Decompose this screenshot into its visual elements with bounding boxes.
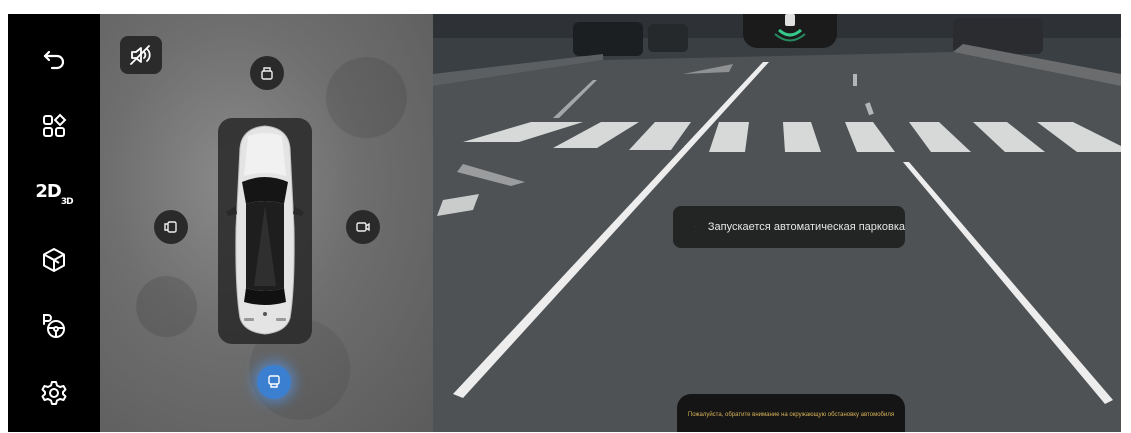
back-arrow-icon [43,50,65,70]
notice-bar: Пожалуйста, обратите внимание на окружаю… [677,394,905,432]
settings-gear-icon [41,381,67,405]
view-2d-3d-icon: 2D3D [35,181,74,207]
car-top-view-icon [226,125,304,335]
parking-steering-icon [43,314,65,338]
front-camera-button[interactable] [250,56,284,90]
car-sensor-icon [774,14,806,42]
sound-off-icon [130,45,151,65]
mute-button[interactable] [120,36,162,74]
car-position-pad [218,118,312,344]
label-3d: 3D [60,196,74,207]
parking-display: 2D3D Запускается автоматическая парковка… [8,14,1121,432]
camera-front-icon [261,67,273,80]
parking-status-toast: Запускается автоматическая парковка [673,206,905,248]
settings-button[interactable] [30,369,78,417]
cube-3d-icon [43,248,65,272]
rear-camera-view: Запускается автоматическая парковка Пожа… [433,14,1121,432]
camera-right-icon [356,222,370,232]
surroundings-notice-text: Пожалуйста, обратите внимание на окружаю… [687,412,895,418]
sidebar: 2D3D [8,14,100,432]
3d-view-button[interactable] [30,236,78,284]
status-text: Запускается автоматическая парковка [707,221,905,233]
back-button[interactable] [30,34,78,82]
top-sensor-indicator [743,14,837,48]
loading-spinner-icon [695,226,696,228]
apps-grid-icon [43,113,67,137]
auto-parking-button[interactable] [30,302,78,350]
label-2d: 2D [35,181,61,203]
surround-view-panel [100,14,433,432]
camera-rear-icon [268,375,280,388]
apps-button[interactable] [30,102,78,150]
view-2d-3d-button[interactable]: 2D3D [30,169,78,217]
rear-camera-button[interactable] [257,365,291,399]
right-camera-button[interactable] [346,210,380,244]
camera-left-icon [164,221,177,233]
left-camera-button[interactable] [154,210,188,244]
